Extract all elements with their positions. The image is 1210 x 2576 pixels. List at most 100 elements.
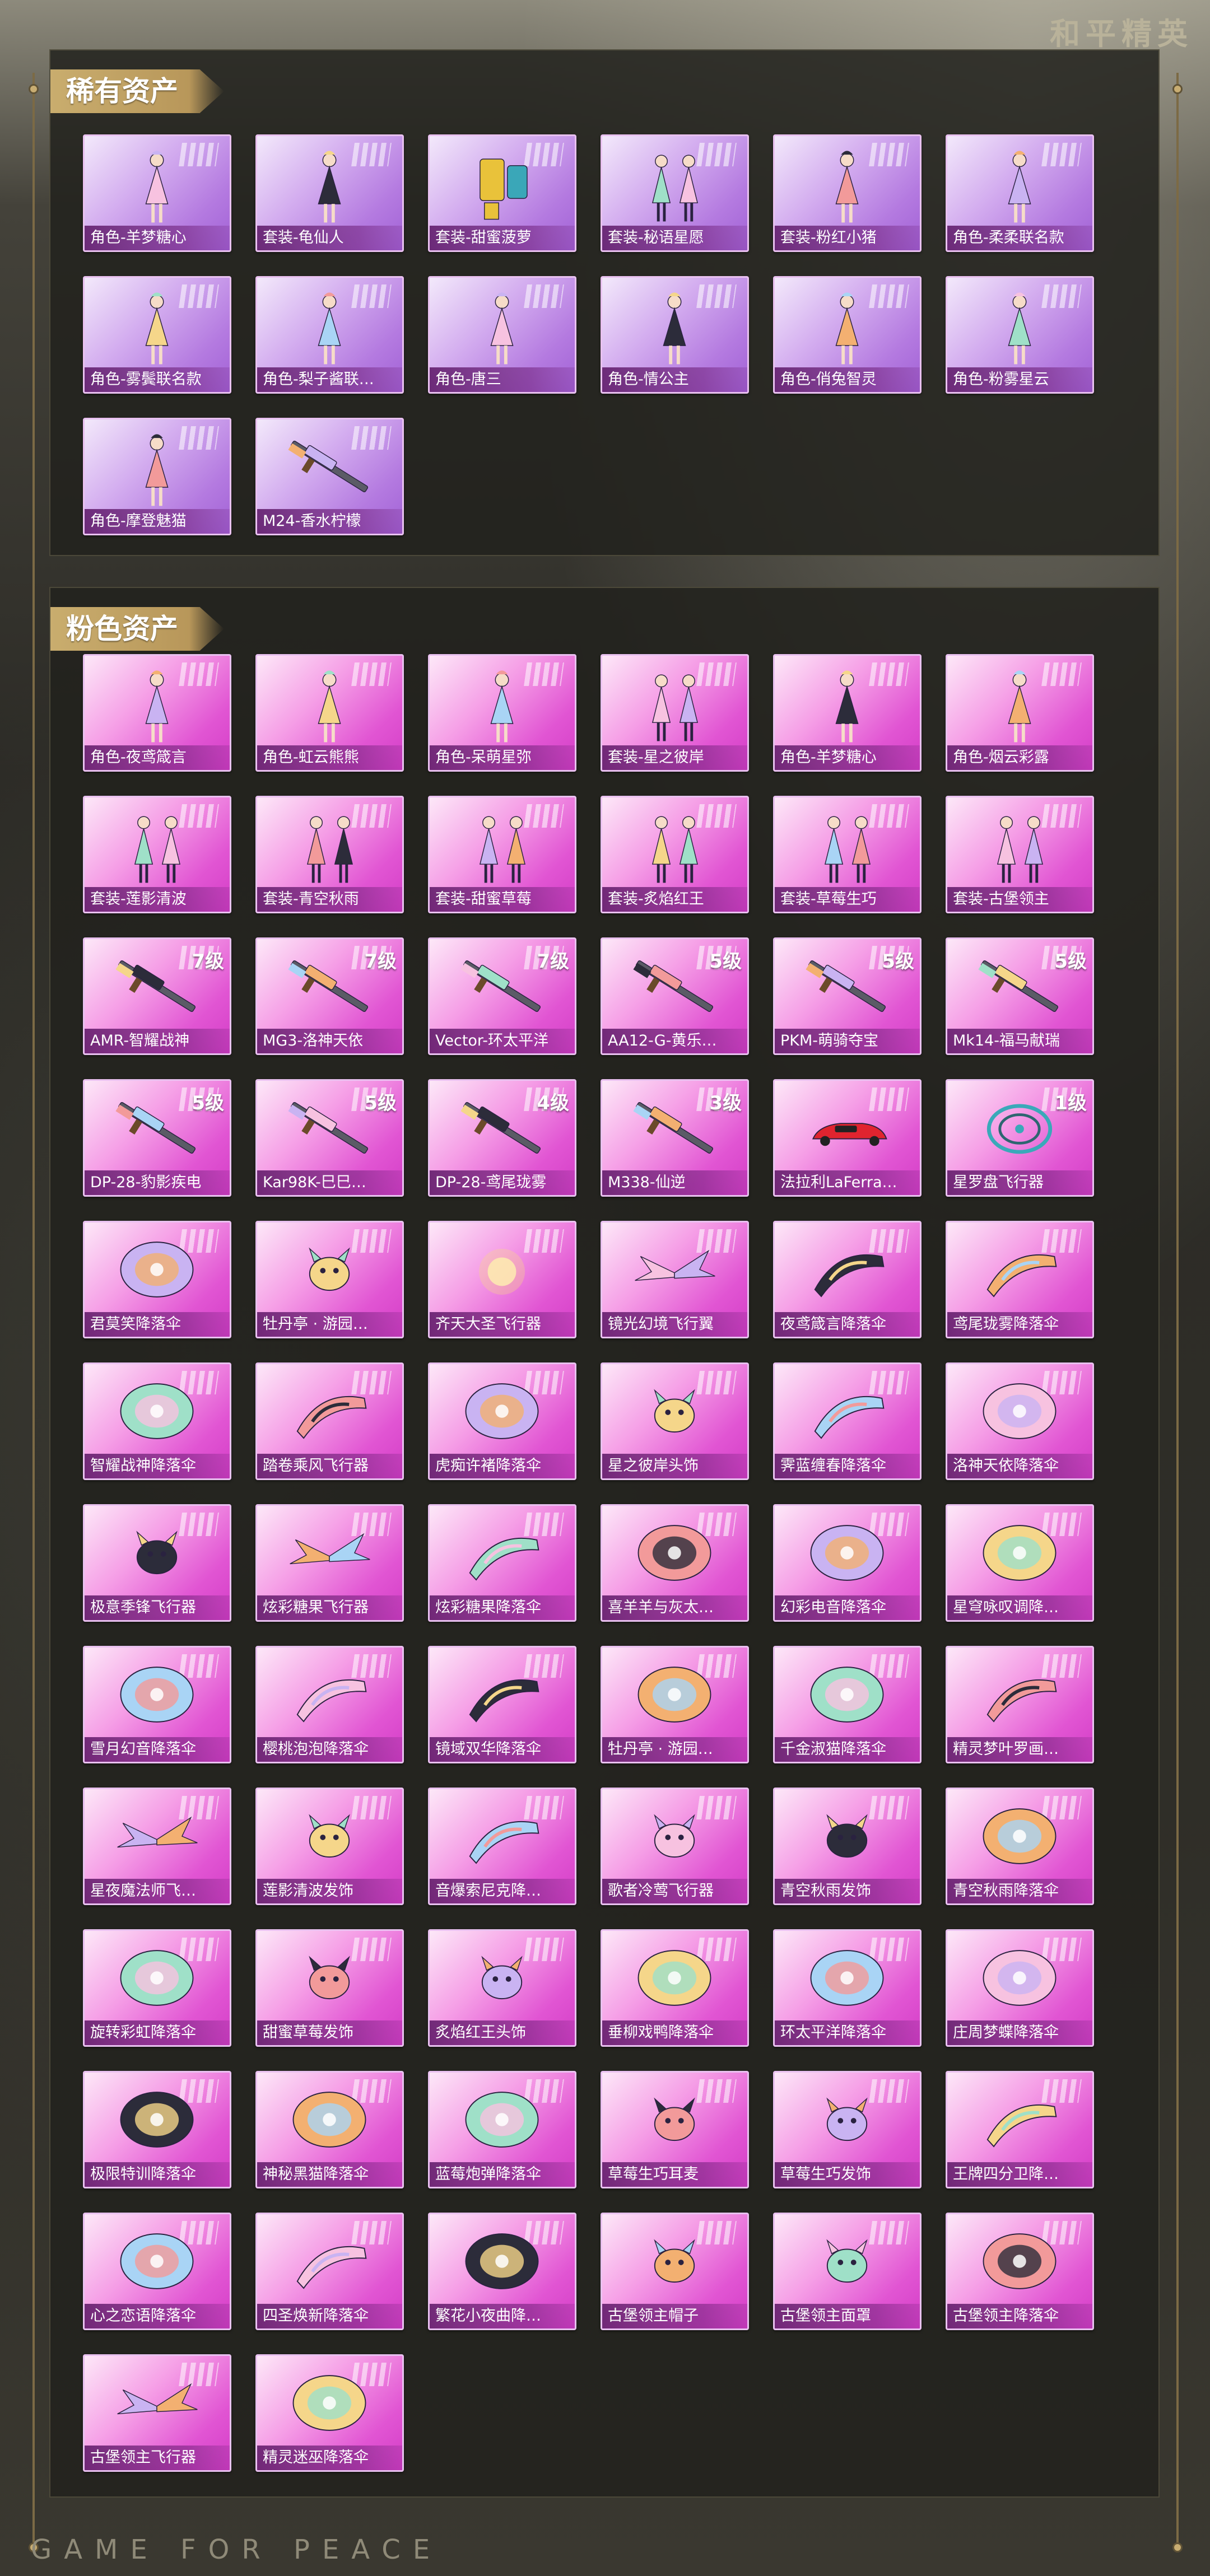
item-card[interactable]: 旋转彩虹降落伞 <box>83 1929 231 2047</box>
item-card[interactable]: 套装-甜蜜菠萝 <box>428 134 576 252</box>
item-card[interactable]: 套装-秘语星愿 <box>601 134 749 252</box>
item-card[interactable]: 精灵迷巫降落伞 <box>255 2354 404 2472</box>
item-card[interactable]: 角色-羊梦糖心 <box>773 654 922 772</box>
item-card[interactable]: 星夜魔法师飞… <box>83 1788 231 1905</box>
item-card[interactable]: 角色-柔柔联名款 <box>946 134 1094 252</box>
item-card[interactable]: 炫彩糖果降落伞 <box>428 1504 576 1622</box>
item-card[interactable]: 角色-梨子酱联… <box>255 276 404 394</box>
item-card[interactable]: 炫彩糖果飞行器 <box>255 1504 404 1622</box>
item-card[interactable]: 夜鸢箴言降落伞 <box>773 1221 922 1338</box>
item-card[interactable]: 角色-烟云彩露 <box>946 654 1094 772</box>
item-card[interactable]: 古堡领主面罩 <box>773 2213 922 2330</box>
item-card[interactable]: 1级 星罗盘飞行器 <box>946 1079 1094 1197</box>
item-card[interactable]: 炙焰红王头饰 <box>428 1929 576 2047</box>
item-card[interactable]: 套装-甜蜜草莓 <box>428 796 576 913</box>
item-card[interactable]: 齐天大圣飞行器 <box>428 1221 576 1338</box>
item-card[interactable]: 套装-炙焰红王 <box>601 796 749 913</box>
item-card[interactable]: 角色-雾鬓联名款 <box>83 276 231 394</box>
item-card[interactable]: 蓝莓炮弹降落伞 <box>428 2071 576 2188</box>
item-card[interactable]: 古堡领主帽子 <box>601 2213 749 2330</box>
item-card[interactable]: 角色-羊梦糖心 <box>83 134 231 252</box>
item-label: 牡丹亭 · 游园… <box>602 1737 747 1762</box>
item-label: 鸢尾珑雾降落伞 <box>947 1312 1092 1337</box>
item-card[interactable]: 音爆索尼克降… <box>428 1788 576 1905</box>
item-card[interactable]: 庄周梦蝶降落伞 <box>946 1929 1094 2047</box>
item-label: 古堡领主降落伞 <box>947 2304 1092 2328</box>
item-card[interactable]: 星穹咏叹调降… <box>946 1504 1094 1622</box>
item-card[interactable]: 极意季锋飞行器 <box>83 1504 231 1622</box>
item-card[interactable]: 套装-草莓生巧 <box>773 796 922 913</box>
item-card[interactable]: 角色-情公主 <box>601 276 749 394</box>
item-card[interactable]: 甜蜜草莓发饰 <box>255 1929 404 2047</box>
item-label: 角色-呆萌星弥 <box>430 745 575 770</box>
item-card[interactable]: 君莫笑降落伞 <box>83 1221 231 1338</box>
item-card[interactable]: 霁蓝缠春降落伞 <box>773 1362 922 1480</box>
item-card[interactable]: 套装-龟仙人 <box>255 134 404 252</box>
item-card[interactable]: 王牌四分卫降… <box>946 2071 1094 2188</box>
item-card[interactable]: 洛神天依降落伞 <box>946 1362 1094 1480</box>
item-card[interactable]: 鸢尾珑雾降落伞 <box>946 1221 1094 1338</box>
item-card[interactable]: 4级 DP-28-鸢尾珑雾 <box>428 1079 576 1197</box>
item-card[interactable]: 角色-夜鸢箴言 <box>83 654 231 772</box>
item-card[interactable]: 套装-青空秋雨 <box>255 796 404 913</box>
item-card[interactable]: 四圣焕新降落伞 <box>255 2213 404 2330</box>
item-card[interactable]: 套装-星之彼岸 <box>601 654 749 772</box>
item-card[interactable]: 镜光幻境飞行翼 <box>601 1221 749 1338</box>
item-card[interactable]: 套装-粉红小猪 <box>773 134 922 252</box>
item-card[interactable]: 垂柳戏鸭降落伞 <box>601 1929 749 2047</box>
item-card[interactable]: 5级 PKM-萌骑夺宝 <box>773 937 922 1055</box>
item-card[interactable]: 樱桃泡泡降落伞 <box>255 1646 404 1763</box>
item-card[interactable]: 幻彩电音降落伞 <box>773 1504 922 1622</box>
item-card[interactable]: 环太平洋降落伞 <box>773 1929 922 2047</box>
item-card[interactable]: 千金淑猫降落伞 <box>773 1646 922 1763</box>
item-card[interactable]: M24-香水柠檬 <box>255 418 404 535</box>
item-card[interactable]: 5级 AA12-G-黄乐… <box>601 937 749 1055</box>
item-card[interactable]: 套装-莲影清波 <box>83 796 231 913</box>
item-card[interactable]: 喜羊羊与灰太… <box>601 1504 749 1622</box>
item-label: 草莓生巧发饰 <box>775 2162 920 2187</box>
item-card[interactable]: 青空秋雨发饰 <box>773 1788 922 1905</box>
item-card[interactable]: 雪月幻音降落伞 <box>83 1646 231 1763</box>
item-card[interactable]: 踏卷乘风飞行器 <box>255 1362 404 1480</box>
item-card[interactable]: 歌者冷莺飞行器 <box>601 1788 749 1905</box>
item-card[interactable]: 草莓生巧发饰 <box>773 2071 922 2188</box>
item-card[interactable]: 青空秋雨降落伞 <box>946 1788 1094 1905</box>
item-card[interactable]: 神秘黑猫降落伞 <box>255 2071 404 2188</box>
item-label: MG3-洛神天依 <box>257 1029 402 1053</box>
item-card[interactable]: 7级 MG3-洛神天依 <box>255 937 404 1055</box>
item-card[interactable]: 角色-摩登魅猫 <box>83 418 231 535</box>
item-card[interactable]: 繁花小夜曲降… <box>428 2213 576 2330</box>
item-card[interactable]: 心之恋语降落伞 <box>83 2213 231 2330</box>
item-card[interactable]: 莲影清波发饰 <box>255 1788 404 1905</box>
item-card[interactable]: 草莓生巧耳麦 <box>601 2071 749 2188</box>
item-card[interactable]: 极限特训降落伞 <box>83 2071 231 2188</box>
item-level-badge: 7级 <box>537 950 569 973</box>
item-card[interactable]: 法拉利LaFerra… <box>773 1079 922 1197</box>
item-label: 角色-梨子酱联… <box>257 367 402 392</box>
item-card[interactable]: 牡丹亭 · 游园… <box>601 1646 749 1763</box>
item-card[interactable]: 牡丹亭 · 游园… <box>255 1221 404 1338</box>
item-label: 套装-青空秋雨 <box>257 887 402 912</box>
item-card[interactable]: 角色-呆萌星弥 <box>428 654 576 772</box>
item-card[interactable]: 古堡领主飞行器 <box>83 2354 231 2472</box>
item-card[interactable]: 5级 Kar98K-巳巳… <box>255 1079 404 1197</box>
item-card[interactable]: 套装-古堡领主 <box>946 796 1094 913</box>
item-card[interactable]: 7级 AMR-智耀战神 <box>83 937 231 1055</box>
item-card[interactable]: 古堡领主降落伞 <box>946 2213 1094 2330</box>
item-card[interactable]: 角色-俏兔智灵 <box>773 276 922 394</box>
item-label: AA12-G-黄乐… <box>602 1029 747 1053</box>
item-label: 角色-羊梦糖心 <box>85 226 230 250</box>
item-card[interactable]: 5级 Mk14-福马献瑞 <box>946 937 1094 1055</box>
item-card[interactable]: 智耀战神降落伞 <box>83 1362 231 1480</box>
item-card[interactable]: 角色-粉雾星云 <box>946 276 1094 394</box>
item-card[interactable]: 7级 Vector-环太平洋 <box>428 937 576 1055</box>
item-card[interactable]: 角色-唐三 <box>428 276 576 394</box>
item-label: 踏卷乘风飞行器 <box>257 1454 402 1478</box>
item-card[interactable]: 精灵梦叶罗画… <box>946 1646 1094 1763</box>
item-card[interactable]: 3级 M338-仙逆 <box>601 1079 749 1197</box>
item-card[interactable]: 镜域双华降落伞 <box>428 1646 576 1763</box>
item-card[interactable]: 角色-虹云熊熊 <box>255 654 404 772</box>
item-card[interactable]: 虎痴许褚降落伞 <box>428 1362 576 1480</box>
item-card[interactable]: 5级 DP-28-豹影疾电 <box>83 1079 231 1197</box>
item-card[interactable]: 星之彼岸头饰 <box>601 1362 749 1480</box>
